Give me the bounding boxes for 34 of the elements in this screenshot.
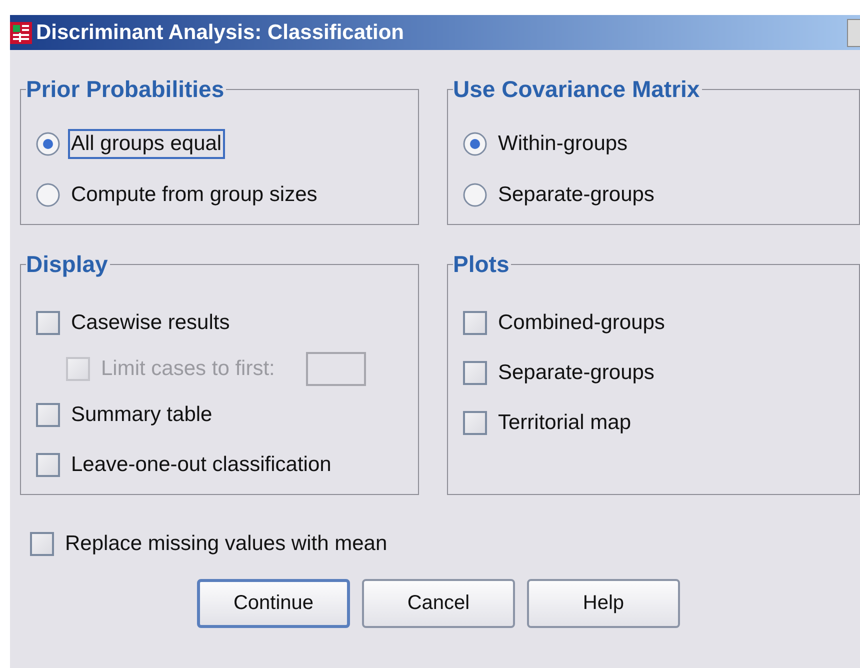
group-title: Display: [26, 251, 109, 278]
radio-button[interactable]: [463, 183, 487, 207]
option-label: Replace missing values with mean: [64, 531, 388, 557]
radio-button[interactable]: [36, 183, 60, 207]
option-label: Separate-groups: [497, 360, 656, 386]
option-label: Summary table: [70, 402, 214, 428]
option-label: Separate-groups: [497, 182, 656, 208]
dialog-button[interactable]: Continue: [197, 579, 350, 628]
checkbox[interactable]: [36, 403, 60, 427]
group-title: Use Covariance Matrix: [453, 76, 701, 103]
dialog-button[interactable]: Help: [527, 579, 680, 628]
option-label: Compute from group sizes: [70, 182, 318, 208]
radio-button[interactable]: [463, 132, 487, 156]
option-label: Combined-groups: [497, 310, 666, 336]
radio-button[interactable]: [36, 132, 60, 156]
option-label: Territorial map: [497, 410, 632, 436]
grid-icon: [10, 22, 32, 44]
option-label: Leave-one-out classification: [70, 452, 332, 478]
number-field[interactable]: [306, 352, 366, 386]
checkbox[interactable]: [463, 411, 487, 435]
group-title: Plots: [453, 251, 510, 278]
window-title: Discriminant Analysis: Classification: [36, 20, 406, 44]
checkbox[interactable]: [463, 361, 487, 385]
close-button[interactable]: [847, 18, 860, 46]
option-label: Limit cases to first:: [100, 356, 276, 382]
checkbox[interactable]: [36, 453, 60, 477]
checkbox[interactable]: [463, 311, 487, 335]
option-label: All groups equal: [68, 129, 225, 159]
checkbox[interactable]: [36, 311, 60, 335]
option-label: Within-groups: [497, 131, 629, 157]
option-label: Casewise results: [70, 310, 231, 336]
dialog-button[interactable]: Cancel: [362, 579, 515, 628]
group-title: Prior Probabilities: [26, 76, 226, 103]
checkbox[interactable]: [30, 532, 54, 556]
